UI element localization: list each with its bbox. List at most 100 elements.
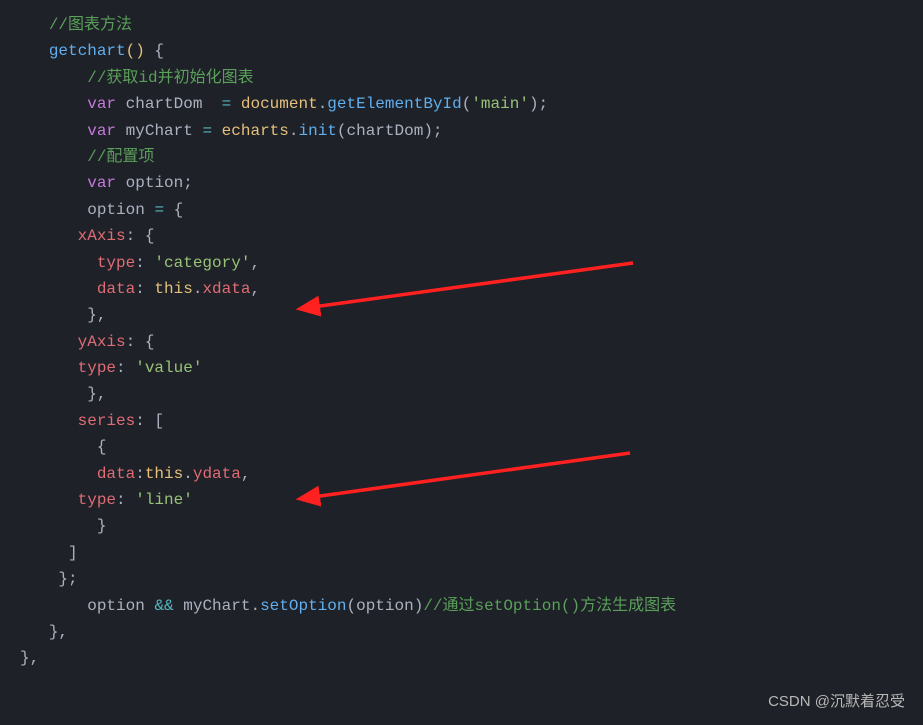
code-line: type: 'line': [20, 487, 923, 513]
argument: option: [356, 597, 414, 615]
code-line: option && myChart.setOption(option)//通过s…: [20, 593, 923, 619]
equals-operator: =: [222, 95, 232, 113]
watermark-text: CSDN @沉默着忍受: [768, 690, 905, 715]
code-line: type: 'value': [20, 355, 923, 381]
colon: : {: [126, 227, 155, 245]
function-call: getElementById: [327, 95, 461, 113]
colon: :: [116, 491, 135, 509]
method-identifier: getchart: [49, 42, 126, 60]
function-call: setOption: [260, 597, 346, 615]
dot: .: [183, 465, 193, 483]
and-operator: &&: [154, 597, 173, 615]
variable-name: myChart: [174, 597, 251, 615]
close-brace: },: [87, 385, 106, 403]
close-brace: };: [58, 570, 77, 588]
code-line: //配置项: [20, 144, 923, 170]
property-access: xdata: [202, 280, 250, 298]
code-line: //获取id并初始化图表: [20, 65, 923, 91]
comment-text: //图表方法: [49, 16, 132, 34]
property-key: type: [78, 491, 116, 509]
equals-operator: =: [154, 201, 164, 219]
colon: : {: [126, 333, 155, 351]
var-keyword: var: [87, 122, 116, 140]
variable-name: option: [116, 174, 183, 192]
code-line: };: [20, 566, 923, 592]
colon-bracket: : [: [135, 412, 164, 430]
this-keyword: this: [154, 280, 192, 298]
dot: .: [250, 597, 260, 615]
property-key: type: [78, 359, 116, 377]
string-literal: 'category': [154, 254, 250, 272]
string-literal: 'main': [471, 95, 529, 113]
code-line: ]: [20, 540, 923, 566]
code-line: },: [20, 619, 923, 645]
argument: chartDom: [347, 122, 424, 140]
code-line: getchart() {: [20, 38, 923, 64]
property-key: yAxis: [78, 333, 126, 351]
variable-name: option: [87, 597, 154, 615]
open-brace: {: [145, 42, 164, 60]
open-paren: (: [337, 122, 347, 140]
comma: ,: [241, 465, 251, 483]
dot: .: [318, 95, 328, 113]
code-line: var chartDom = document.getElementById('…: [20, 91, 923, 117]
comma: ,: [250, 254, 260, 272]
code-line: var option;: [20, 170, 923, 196]
close-paren: );: [529, 95, 548, 113]
equals-operator: =: [202, 122, 212, 140]
comment-text: //获取id并初始化图表: [87, 69, 253, 87]
property-key: type: [97, 254, 135, 272]
comma: ,: [250, 280, 260, 298]
code-line: },: [20, 381, 923, 407]
this-keyword: this: [145, 465, 183, 483]
property-key: data: [97, 280, 135, 298]
close-paren: ): [414, 597, 424, 615]
code-block: //图表方法 getchart() { //获取id并初始化图表 var cha…: [0, 12, 923, 672]
colon: :: [135, 254, 154, 272]
open-paren: (: [346, 597, 356, 615]
close-brace: },: [49, 623, 68, 641]
code-line: yAxis: {: [20, 329, 923, 355]
property-key: xAxis: [78, 227, 126, 245]
parentheses: (): [126, 42, 145, 60]
string-literal: 'line': [135, 491, 193, 509]
semicolon: ;: [183, 174, 193, 192]
property-key: series: [78, 412, 136, 430]
echarts-object: echarts: [212, 122, 289, 140]
open-paren: (: [462, 95, 472, 113]
code-line: type: 'category',: [20, 250, 923, 276]
open-brace: {: [97, 438, 107, 456]
close-brace: },: [87, 306, 106, 324]
colon: :: [116, 359, 135, 377]
function-call: init: [298, 122, 336, 140]
code-line: xAxis: {: [20, 223, 923, 249]
variable-name: myChart: [116, 122, 202, 140]
variable-name: chartDom: [116, 95, 222, 113]
code-line: }: [20, 513, 923, 539]
code-line: },: [20, 302, 923, 328]
close-brace: }: [97, 517, 107, 535]
code-line: data: this.xdata,: [20, 276, 923, 302]
variable-name: option: [87, 201, 154, 219]
code-line: },: [20, 645, 923, 671]
close-bracket: ]: [68, 544, 78, 562]
open-brace: {: [164, 201, 183, 219]
code-line: {: [20, 434, 923, 460]
colon: :: [135, 465, 145, 483]
var-keyword: var: [87, 174, 116, 192]
comment-text: //配置项: [87, 148, 154, 166]
comment-text: //通过setOption()方法生成图表: [423, 597, 676, 615]
var-keyword: var: [87, 95, 116, 113]
property-access: ydata: [193, 465, 241, 483]
code-line: //图表方法: [20, 12, 923, 38]
close-paren: );: [423, 122, 442, 140]
code-line: data:this.ydata,: [20, 461, 923, 487]
code-line: series: [: [20, 408, 923, 434]
code-line: var myChart = echarts.init(chartDom);: [20, 118, 923, 144]
close-brace: },: [20, 649, 39, 667]
property-key: data: [97, 465, 135, 483]
code-line: option = {: [20, 197, 923, 223]
string-literal: 'value': [135, 359, 202, 377]
document-object: document: [231, 95, 317, 113]
colon: :: [135, 280, 154, 298]
